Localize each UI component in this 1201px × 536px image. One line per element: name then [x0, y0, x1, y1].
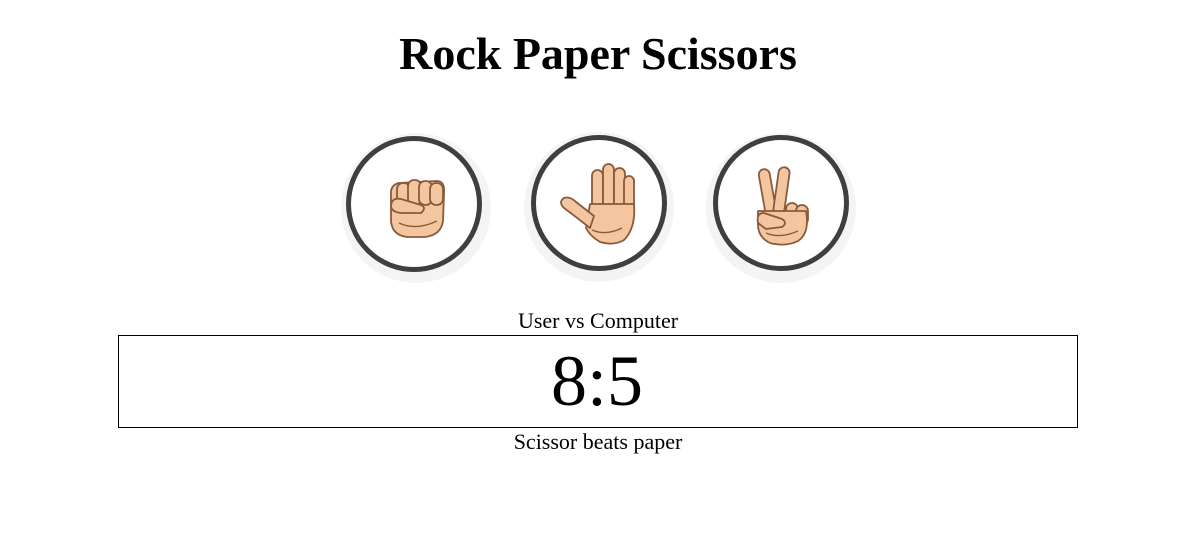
paper-button[interactable]	[524, 132, 674, 282]
score-separator: :	[586, 341, 607, 421]
scissors-button[interactable]	[706, 133, 856, 283]
choice-buttons	[0, 0, 1201, 300]
open-hand-icon	[560, 163, 636, 245]
user-score: 8	[550, 341, 587, 421]
victory-hand-icon	[756, 166, 809, 246]
score-display: 8:5	[551, 336, 643, 426]
scoreboard-label: User vs Computer	[517, 308, 679, 333]
result-message: Scissor beats paper	[513, 429, 683, 454]
fist-icon	[390, 179, 446, 238]
scoreboard: 8:5	[118, 335, 1078, 428]
rock-button[interactable]	[341, 133, 491, 283]
computer-score: 5	[607, 341, 643, 421]
